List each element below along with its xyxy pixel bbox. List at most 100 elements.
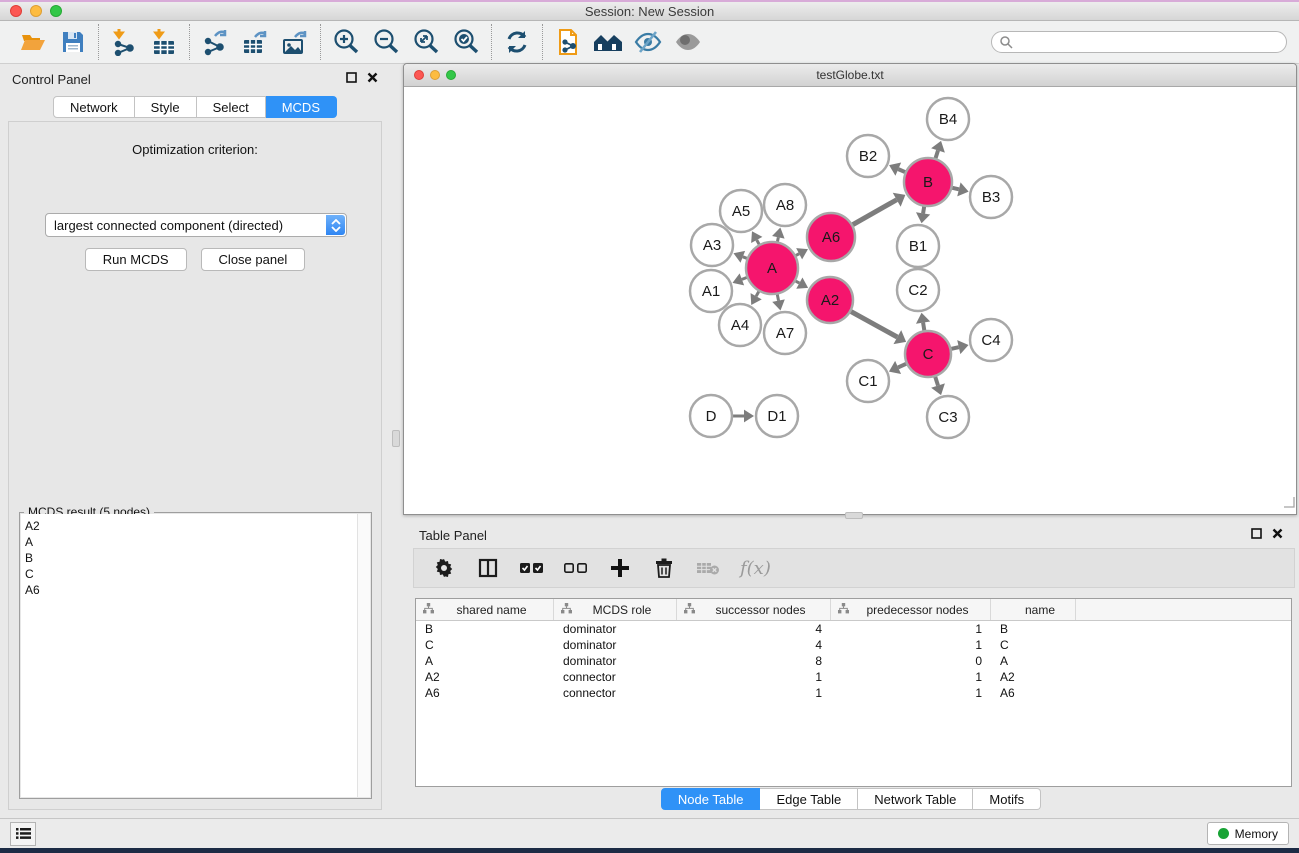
tab-network[interactable]: Network: [53, 96, 135, 118]
table-cell[interactable]: connector: [554, 685, 677, 701]
tab-node-table[interactable]: Node Table: [661, 788, 761, 810]
table-cell[interactable]: 1: [831, 669, 991, 685]
table-cell[interactable]: connector: [554, 669, 677, 685]
result-list-scrollbar[interactable]: [357, 514, 370, 797]
table-cell[interactable]: A2: [991, 669, 1076, 685]
table-cell[interactable]: 4: [677, 621, 831, 637]
column-header-predecessor-nodes[interactable]: predecessor nodes: [831, 599, 991, 620]
table-cell[interactable]: A: [991, 653, 1076, 669]
import-network-icon[interactable]: [108, 26, 140, 58]
column-header-successor-nodes[interactable]: successor nodes: [677, 599, 831, 620]
search-input[interactable]: [991, 31, 1287, 53]
result-item[interactable]: A: [21, 534, 370, 550]
import-table-icon[interactable]: [148, 26, 180, 58]
column-header-shared-name[interactable]: shared name: [416, 599, 554, 620]
edge-B-B4[interactable]: [936, 150, 938, 158]
edge-A-A2[interactable]: [796, 281, 800, 283]
table-cell[interactable]: 1: [677, 685, 831, 701]
tab-style[interactable]: Style: [135, 96, 197, 118]
close-panel-icon[interactable]: [367, 70, 378, 88]
close-table-panel-icon[interactable]: [1272, 526, 1283, 544]
table-cell[interactable]: dominator: [554, 621, 677, 637]
mcds-result-list[interactable]: A2ABCA6: [21, 514, 370, 797]
clone-network-icon[interactable]: [552, 26, 584, 58]
memory-button[interactable]: Memory: [1207, 822, 1289, 845]
zoom-fit-icon[interactable]: [410, 26, 442, 58]
tab-select[interactable]: Select: [197, 96, 266, 118]
function-builder-icon[interactable]: f(x): [740, 558, 771, 579]
table-cell[interactable]: A6: [991, 685, 1076, 701]
edge-C-C4[interactable]: [951, 347, 958, 349]
table-cell[interactable]: 0: [831, 653, 991, 669]
float-panel-icon[interactable]: [346, 70, 357, 88]
horizontal-splitter-handle[interactable]: [845, 512, 863, 519]
table-cell[interactable]: C: [991, 637, 1076, 653]
float-table-panel-icon[interactable]: [1251, 526, 1262, 544]
table-cell[interactable]: 8: [677, 653, 831, 669]
edge-A2-C[interactable]: [851, 312, 897, 338]
show-all-icon[interactable]: [672, 26, 704, 58]
edge-A-A8[interactable]: [777, 237, 778, 241]
delete-table-icon[interactable]: [696, 556, 720, 580]
tab-edge-table[interactable]: Edge Table: [760, 788, 858, 810]
optimization-criterion-select[interactable]: largest connected component (directed): [45, 213, 347, 237]
zoom-selected-icon[interactable]: [450, 26, 482, 58]
edge-C-C1[interactable]: [898, 364, 906, 368]
network-window-titlebar[interactable]: testGlobe.txt: [404, 64, 1296, 87]
tab-mcds[interactable]: MCDS: [266, 96, 337, 118]
table-cell[interactable]: A: [416, 653, 554, 669]
export-table-icon[interactable]: [239, 26, 271, 58]
table-cell[interactable]: A6: [416, 685, 554, 701]
edge-A-A3[interactable]: [743, 257, 747, 259]
result-item[interactable]: A6: [21, 582, 370, 598]
edge-C-C2[interactable]: [923, 323, 924, 331]
table-cell[interactable]: 4: [677, 637, 831, 653]
edge-B-B3[interactable]: [952, 188, 959, 190]
vertical-splitter-handle[interactable]: [392, 430, 400, 447]
table-row[interactable]: Cdominator41C: [416, 637, 1291, 653]
table-options-icon[interactable]: [432, 556, 456, 580]
open-file-icon[interactable]: [17, 26, 49, 58]
select-all-columns-icon[interactable]: [520, 556, 544, 580]
close-panel-button[interactable]: Close panel: [201, 248, 306, 271]
table-cell[interactable]: 1: [831, 637, 991, 653]
tab-motifs[interactable]: Motifs: [973, 788, 1041, 810]
edge-A6-B[interactable]: [853, 200, 897, 225]
delete-columns-icon[interactable]: [652, 556, 676, 580]
table-cell[interactable]: C: [416, 637, 554, 653]
edge-A-A4[interactable]: [756, 292, 759, 297]
column-header-MCDS-role[interactable]: MCDS role: [554, 599, 677, 620]
result-item[interactable]: B: [21, 550, 370, 566]
table-cell[interactable]: B: [991, 621, 1076, 637]
result-item[interactable]: A2: [21, 518, 370, 534]
edge-B-B2[interactable]: [898, 169, 905, 172]
table-cell[interactable]: 1: [831, 685, 991, 701]
table-row[interactable]: Adominator80A: [416, 653, 1291, 669]
edge-A-A6[interactable]: [796, 254, 799, 256]
create-column-icon[interactable]: [608, 556, 632, 580]
unselect-all-columns-icon[interactable]: [564, 556, 588, 580]
edge-B-B1[interactable]: [923, 207, 924, 214]
save-session-icon[interactable]: [57, 26, 89, 58]
edge-A-A1[interactable]: [742, 278, 747, 280]
hide-selected-icon[interactable]: [632, 26, 664, 58]
edge-A-A7[interactable]: [777, 294, 778, 300]
node-table[interactable]: shared nameMCDS rolesuccessor nodesprede…: [415, 598, 1292, 787]
task-history-button[interactable]: [10, 822, 36, 846]
edge-C-C3[interactable]: [935, 377, 938, 386]
table-row[interactable]: Bdominator41B: [416, 621, 1291, 637]
table-row[interactable]: A2connector11A2: [416, 669, 1291, 685]
table-cell[interactable]: B: [416, 621, 554, 637]
column-header-name[interactable]: name: [991, 599, 1076, 620]
export-image-icon[interactable]: [279, 26, 311, 58]
run-mcds-button[interactable]: Run MCDS: [85, 248, 187, 271]
zoom-in-icon[interactable]: [330, 26, 362, 58]
edge-A-A5[interactable]: [757, 240, 759, 244]
network-canvas[interactable]: B4B2BB3A5A8A6A3B1AA1C2A2A4A7C4CC1DD1C3: [404, 87, 1296, 514]
first-neighbors-icon[interactable]: [592, 26, 624, 58]
show-columns-icon[interactable]: [476, 556, 500, 580]
export-network-icon[interactable]: [199, 26, 231, 58]
table-cell[interactable]: A2: [416, 669, 554, 685]
table-cell[interactable]: dominator: [554, 653, 677, 669]
apply-layout-icon[interactable]: [501, 26, 533, 58]
